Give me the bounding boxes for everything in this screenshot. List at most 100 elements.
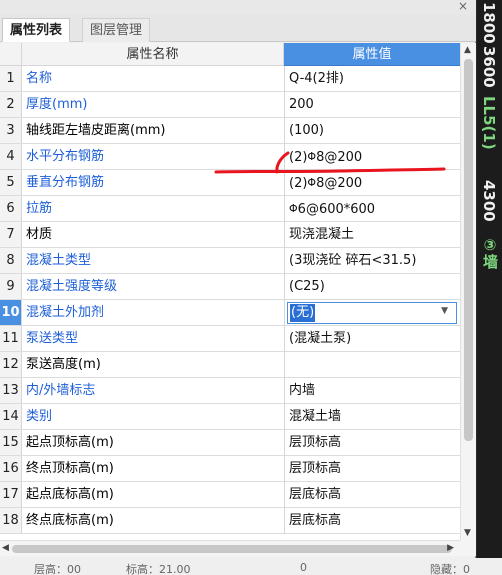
horizontal-scrollbar[interactable]: ◀ ▶ bbox=[0, 540, 460, 556]
table-row[interactable]: 14 类别 混凝土墙 bbox=[0, 404, 460, 430]
table-row[interactable]: 8 混凝土类型 (3现浇砼 碎石<31.5) bbox=[0, 248, 460, 274]
drawing-label: 1800 bbox=[480, 2, 498, 44]
scroll-right-arrow-icon[interactable]: ▶ bbox=[447, 543, 454, 553]
table-row[interactable]: 6 拉筋 Φ6@600*600 bbox=[0, 196, 460, 222]
scroll-up-arrow-icon[interactable]: ▲ bbox=[464, 45, 471, 55]
property-value[interactable]: (100) bbox=[289, 118, 457, 143]
property-value[interactable]: 混凝土墙 bbox=[289, 404, 457, 429]
property-name: 起点顶标高(m) bbox=[26, 435, 114, 450]
property-value[interactable]: Φ6@600*600 bbox=[289, 196, 457, 221]
panel-titlebar: × bbox=[0, 0, 476, 14]
property-value[interactable]: 现浇混凝土 bbox=[289, 222, 457, 247]
property-name: 混凝土强度等级 bbox=[26, 279, 118, 294]
property-name: 名称 bbox=[26, 71, 53, 86]
row-number: 5 bbox=[0, 170, 22, 195]
rebar-grade-icon: Φ bbox=[307, 176, 317, 189]
row-number: 18 bbox=[0, 508, 22, 533]
table-row[interactable]: 13 内/外墙标志 内墙 bbox=[0, 378, 460, 404]
row-number: 17 bbox=[0, 482, 22, 507]
row-number: 12 bbox=[0, 352, 22, 377]
rebar-grade-icon: Φ bbox=[307, 150, 317, 163]
vertical-scroll-thumb[interactable] bbox=[464, 59, 473, 441]
drawing-label: ③墙 bbox=[481, 236, 499, 269]
table-row[interactable]: 2 厚度(mm) 200 bbox=[0, 92, 460, 118]
value-prefix: (2) bbox=[289, 150, 308, 165]
scroll-left-arrow-icon[interactable]: ◀ bbox=[2, 543, 9, 553]
cell-divider bbox=[284, 404, 285, 429]
table-row[interactable]: 11 泵送类型 (混凝土泵) bbox=[0, 326, 460, 352]
cell-divider bbox=[284, 92, 285, 117]
property-value[interactable]: (C25) bbox=[289, 274, 457, 299]
status-floor-height: 层高：00 bbox=[34, 563, 81, 575]
property-value[interactable] bbox=[289, 352, 457, 377]
table-row[interactable]: 4 水平分布钢筋 (2)Φ8@200 bbox=[0, 144, 460, 170]
cell-divider bbox=[284, 430, 285, 455]
row-number: 14 bbox=[0, 404, 22, 429]
scroll-down-arrow-icon[interactable]: ▼ bbox=[464, 528, 471, 538]
table-row[interactable]: 3 轴线距左墙皮距离(mm) (100) bbox=[0, 118, 460, 144]
property-value[interactable]: 200 bbox=[289, 92, 457, 117]
cell-divider bbox=[284, 196, 285, 221]
property-value[interactable]: (2)Φ8@200 bbox=[289, 144, 457, 169]
property-name: 厚度(mm) bbox=[26, 97, 88, 112]
table-row[interactable]: 12 泵送高度(m) bbox=[0, 352, 460, 378]
drawing-label: LL5(1) bbox=[480, 96, 498, 150]
table-row[interactable]: 17 起点底标高(m) 层底标高 bbox=[0, 482, 460, 508]
cell-divider bbox=[284, 300, 285, 325]
property-value[interactable]: 内墙 bbox=[289, 378, 457, 403]
table-row[interactable]: 7 材质 现浇混凝土 bbox=[0, 222, 460, 248]
property-panel: × 属性列表 图层管理 属性名称 属性值 1 名称 Q-4(2排) 2 厚度(m… bbox=[0, 0, 476, 558]
table-row[interactable]: 15 起点顶标高(m) 层顶标高 bbox=[0, 430, 460, 456]
property-name: 终点顶标高(m) bbox=[26, 461, 114, 476]
property-name: 混凝土类型 bbox=[26, 253, 92, 268]
row-number: 2 bbox=[0, 92, 22, 117]
row-number-header bbox=[0, 43, 22, 66]
row-number: 16 bbox=[0, 456, 22, 481]
table-row[interactable]: 18 终点底标高(m) 层底标高 bbox=[0, 508, 460, 534]
property-value[interactable]: (3现浇砼 碎石<31.5) bbox=[289, 248, 457, 273]
drawing-canvas-edge: 1800 3600 LL5(1) 4300 ③墙 bbox=[477, 0, 502, 558]
cell-divider bbox=[284, 326, 285, 351]
row-number: 4 bbox=[0, 144, 22, 169]
cell-divider bbox=[284, 118, 285, 143]
property-name: 终点底标高(m) bbox=[26, 513, 114, 528]
table-row[interactable]: 16 终点顶标高(m) 层顶标高 bbox=[0, 456, 460, 482]
horizontal-scroll-thumb[interactable] bbox=[12, 545, 452, 553]
row-number: 8 bbox=[0, 248, 22, 273]
cell-divider bbox=[284, 222, 285, 247]
status-elevation: 标高：21.00 bbox=[126, 563, 191, 575]
property-value[interactable]: 层顶标高 bbox=[289, 456, 457, 481]
property-value[interactable]: Q-4(2排) bbox=[289, 66, 457, 91]
column-header-name: 属性名称 bbox=[22, 43, 284, 66]
status-bar: 层高：00 标高：21.00 0 隐藏：0 bbox=[0, 558, 502, 575]
row-number: 11 bbox=[0, 326, 22, 351]
cell-divider bbox=[284, 144, 285, 169]
value-prefix: (2) bbox=[289, 176, 308, 191]
row-number: 10 bbox=[0, 300, 22, 325]
cell-divider bbox=[284, 248, 285, 273]
status-count: 0 bbox=[300, 561, 307, 574]
table-row[interactable]: 9 混凝土强度等级 (C25) bbox=[0, 274, 460, 300]
close-icon[interactable]: × bbox=[458, 0, 468, 14]
property-value[interactable]: 层底标高 bbox=[289, 482, 457, 507]
property-name: 类别 bbox=[26, 409, 53, 424]
value-suffix: 6@600*600 bbox=[297, 202, 376, 217]
admixture-dropdown[interactable]: (无) ▼ bbox=[287, 302, 457, 324]
cell-divider bbox=[284, 170, 285, 195]
value-suffix: 8@200 bbox=[316, 176, 363, 191]
status-hidden: 隐藏：0 bbox=[430, 563, 470, 575]
vertical-scrollbar[interactable]: ▲ ▼ bbox=[460, 43, 476, 540]
tab-layer-management[interactable]: 图层管理 bbox=[82, 18, 151, 42]
drawing-label: 3600 bbox=[480, 46, 498, 88]
table-row[interactable]: 1 名称 Q-4(2排) bbox=[0, 66, 460, 92]
chevron-down-icon[interactable]: ▼ bbox=[441, 306, 448, 316]
cell-divider bbox=[284, 378, 285, 403]
table-row-selected[interactable]: 10 混凝土外加剂 (无) ▼ bbox=[0, 300, 460, 326]
property-value[interactable]: 层顶标高 bbox=[289, 430, 457, 455]
cell-divider bbox=[284, 352, 285, 377]
tab-property-list[interactable]: 属性列表 bbox=[2, 18, 71, 42]
property-value[interactable]: (2)Φ8@200 bbox=[289, 170, 457, 195]
property-value[interactable]: (混凝土泵) bbox=[289, 326, 457, 351]
property-value[interactable]: 层底标高 bbox=[289, 508, 457, 533]
table-row[interactable]: 5 垂直分布钢筋 (2)Φ8@200 bbox=[0, 170, 460, 196]
